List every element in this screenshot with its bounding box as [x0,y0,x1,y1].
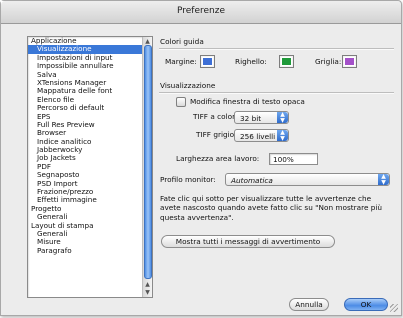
list-scrollbar[interactable]: ▲ ▲ ▼ [142,37,152,297]
grid-color-fill [345,58,354,65]
resize-grip-icon[interactable] [390,304,398,312]
pasteboard-width-value: 100% [273,155,294,164]
display-heading: Visualizzazione [160,81,216,90]
preferences-window: Preferenze Applicazione Visualizzazione Im… [0,0,402,316]
ruler-color-fill [282,58,291,65]
cancel-button[interactable]: Annulla [289,298,329,311]
ruler-color-swatch[interactable] [279,55,294,68]
grid-label: Griglia: [315,57,342,66]
ok-button[interactable]: OK [344,298,388,311]
color-tiff-label: TIFF a colori: [193,112,240,121]
guide-colors-heading: Colori guida [160,37,204,46]
ruler-label: Righello: [235,57,267,66]
margin-label: Margine: [165,57,197,66]
display-divider [159,92,394,94]
scroll-up-arrow-icon-lower[interactable]: ▲ [144,281,151,288]
opaque-text-edit-label: Modifica finestra di testo opaca [190,97,305,106]
monitor-profile-popup[interactable]: Automatica ▲ ▼ [225,173,390,186]
scrollbar-thumb[interactable] [144,45,152,279]
pasteboard-width-field[interactable]: 100% [269,153,318,165]
category-items: Applicazione Visualizzazione Impostazioni … [28,37,152,255]
margin-color-swatch[interactable] [200,55,215,68]
color-tiff-value: 32 bit [240,113,262,123]
show-all-warnings-button[interactable]: Mostra tutti i messaggi di avvertimento [161,235,335,248]
scroll-down-arrow-icon[interactable]: ▼ [144,289,151,296]
margin-color-fill [203,58,212,65]
category-item[interactable]: Paragrafo [28,246,152,255]
popup-arrows-icon: ▲ ▼ [277,130,288,141]
color-tiff-popup[interactable]: 32 bit ▲ ▼ [234,111,289,124]
opaque-text-edit-checkbox[interactable] [176,97,186,107]
pasteboard-width-label: Larghezza area lavoro: [176,154,260,163]
preferences-category-list[interactable]: Applicazione Visualizzazione Impostazioni … [27,36,153,298]
popup-arrows-icon: ▲ ▼ [378,174,389,185]
window-title: Preferenze [176,6,226,16]
gray-tiff-popup[interactable]: 256 livelli ▲ ▼ [234,129,289,142]
gray-tiff-label: TIFF grigio: [196,130,237,139]
warnings-explanation: Fate clic qui sotto per visualizzare tut… [160,194,383,222]
scroll-up-arrow-icon[interactable]: ▲ [144,38,151,45]
title-bar[interactable]: Preferenze [1,1,401,24]
gray-tiff-value: 256 livelli [240,131,276,141]
grid-color-swatch[interactable] [342,55,357,68]
monitor-profile-label: Profilo monitor: [160,175,216,184]
guide-colors-divider [159,48,394,50]
monitor-profile-value: Automatica [231,175,273,185]
popup-arrows-icon: ▲ ▼ [277,112,288,123]
